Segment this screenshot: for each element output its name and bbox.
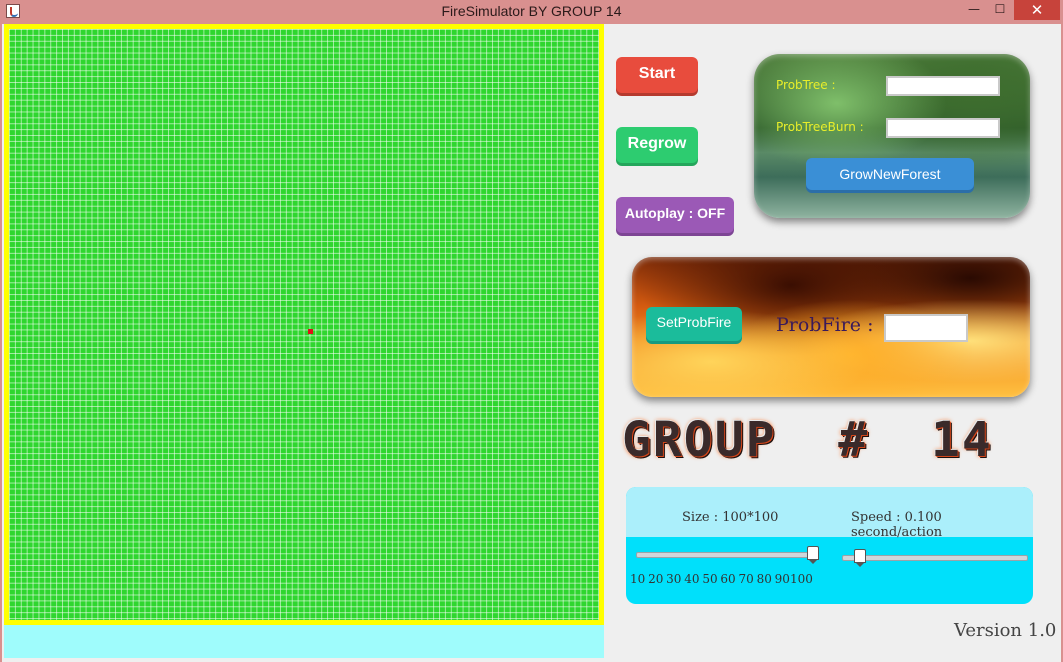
burning-cell — [308, 329, 313, 334]
size-label: Size : 100*100 — [682, 510, 779, 525]
set-prob-fire-button[interactable]: SetProbFire — [646, 307, 742, 341]
prob-tree-burn-input[interactable] — [886, 118, 1000, 138]
app-content: Start Regrow Autoplay : OFF ProbTree : P… — [0, 24, 1063, 662]
close-button[interactable]: ✕ — [1014, 0, 1060, 20]
prob-tree-input[interactable] — [886, 76, 1000, 96]
slider-panel: Size : 100*100 Speed : 0.100 second/acti… — [626, 487, 1033, 604]
forest-settings-panel: ProbTree : ProbTreeBurn : GrowNewForest — [754, 54, 1030, 218]
size-slider-track[interactable] — [636, 552, 818, 558]
prob-tree-label: ProbTree : — [776, 78, 836, 92]
autoplay-toggle-button[interactable]: Autoplay : OFF — [616, 197, 734, 233]
size-slider-thumb[interactable] — [807, 546, 819, 564]
minimize-button[interactable]: — — [960, 0, 988, 20]
group-logo: GROUP # 14 — [622, 412, 993, 468]
start-button[interactable]: Start — [616, 57, 698, 93]
speed-slider-track[interactable] — [842, 555, 1028, 561]
status-strip — [4, 625, 604, 658]
forest-grid[interactable] — [9, 29, 599, 620]
maximize-button[interactable]: ☐ — [986, 0, 1014, 20]
size-slider-ticks: 10 20 30 40 50 60 70 80 90100 — [630, 572, 813, 586]
prob-tree-burn-label: ProbTreeBurn : — [776, 120, 864, 134]
grow-new-forest-button[interactable]: GrowNewForest — [806, 158, 974, 190]
forest-grid-border — [4, 24, 604, 625]
version-label: Version 1.0 — [954, 620, 1057, 641]
fire-settings-panel: SetProbFire ProbFire : — [632, 257, 1030, 397]
title-bar: FireSimulator BY GROUP 14 — ☐ ✕ — [0, 0, 1063, 24]
window-title: FireSimulator BY GROUP 14 — [441, 3, 622, 19]
speed-slider-thumb[interactable] — [854, 549, 866, 567]
prob-fire-label: ProbFire : — [776, 314, 874, 336]
prob-fire-input[interactable] — [884, 314, 968, 342]
regrow-button[interactable]: Regrow — [616, 127, 698, 163]
speed-label: Speed : 0.100 second/action — [851, 510, 943, 540]
